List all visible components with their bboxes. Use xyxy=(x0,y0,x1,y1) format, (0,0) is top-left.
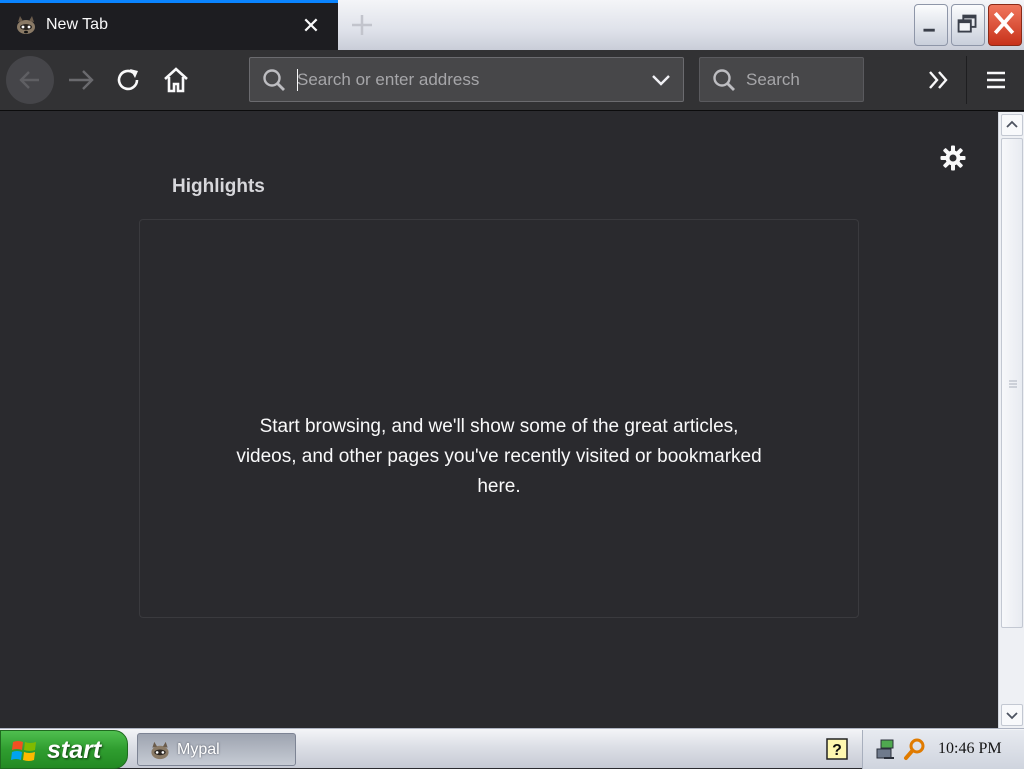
start-label: start xyxy=(47,736,102,764)
address-bar[interactable] xyxy=(249,57,684,102)
arrow-right-icon[interactable] xyxy=(66,65,96,95)
plus-icon[interactable] xyxy=(346,10,378,40)
scroll-up-button[interactable] xyxy=(1001,114,1023,136)
restore-button[interactable] xyxy=(951,4,985,46)
gear-icon[interactable] xyxy=(940,145,966,171)
new-tab-page: Highlights Start browsing, and we'll sho… xyxy=(0,112,998,728)
clock: 10:46 PM xyxy=(938,740,1002,757)
restore-icon xyxy=(957,14,977,33)
address-input[interactable] xyxy=(297,67,637,93)
hamburger-menu-icon[interactable] xyxy=(981,65,1011,95)
chevron-down-icon[interactable] xyxy=(650,70,672,90)
arrow-left-icon xyxy=(19,71,39,89)
reload-icon[interactable] xyxy=(114,65,144,95)
active-tab-indicator xyxy=(0,0,338,3)
taskbar-item-label: Mypal xyxy=(177,741,220,758)
raccoon-icon xyxy=(151,741,169,760)
section-title-highlights: Highlights xyxy=(172,176,265,197)
minimize-button[interactable] xyxy=(914,4,948,46)
navigation-toolbar xyxy=(0,50,1024,111)
windows-logo-icon xyxy=(11,741,36,761)
close-icon[interactable]: ✕ xyxy=(298,13,324,39)
minimize-icon xyxy=(923,28,935,32)
home-icon[interactable] xyxy=(161,65,191,95)
toolbar-separator xyxy=(966,56,967,104)
window-close-button[interactable] xyxy=(988,4,1022,46)
taskbar: start Mypal ? 10:46 PM xyxy=(0,728,1024,769)
scroll-down-button[interactable] xyxy=(1001,704,1023,726)
start-button[interactable]: start xyxy=(0,730,128,769)
search-icon xyxy=(263,69,285,91)
tab-title: New Tab xyxy=(46,16,108,33)
vertical-scrollbar[interactable] xyxy=(998,112,1024,728)
network-icon[interactable] xyxy=(874,737,898,761)
tab-new-tab[interactable]: New Tab ✕ xyxy=(0,0,338,50)
search-icon xyxy=(713,69,735,91)
raccoon-icon xyxy=(17,16,35,34)
tab-strip: New Tab ✕ xyxy=(0,0,1024,50)
scrollbar-thumb[interactable] xyxy=(1001,138,1023,628)
back-button[interactable] xyxy=(6,56,54,104)
chevron-up-icon xyxy=(1006,120,1018,128)
system-tray: 10:46 PM xyxy=(862,730,1024,769)
text-caret xyxy=(297,69,298,91)
svg-text:?: ? xyxy=(832,742,842,759)
chevron-down-icon xyxy=(1006,712,1018,720)
search-input[interactable] xyxy=(746,67,856,93)
taskbar-item-mypal[interactable]: Mypal xyxy=(137,733,296,766)
highlights-empty-state: Start browsing, and we'll show some of t… xyxy=(139,219,859,618)
double-chevron-right-icon[interactable] xyxy=(924,65,954,95)
grip-icon xyxy=(1009,380,1017,388)
search-bar[interactable] xyxy=(699,57,864,102)
help-icon[interactable]: ? xyxy=(826,738,848,760)
close-icon xyxy=(993,11,1015,35)
empty-state-message: Start browsing, and we'll show some of t… xyxy=(236,416,762,497)
search-tool-icon[interactable] xyxy=(903,737,927,761)
